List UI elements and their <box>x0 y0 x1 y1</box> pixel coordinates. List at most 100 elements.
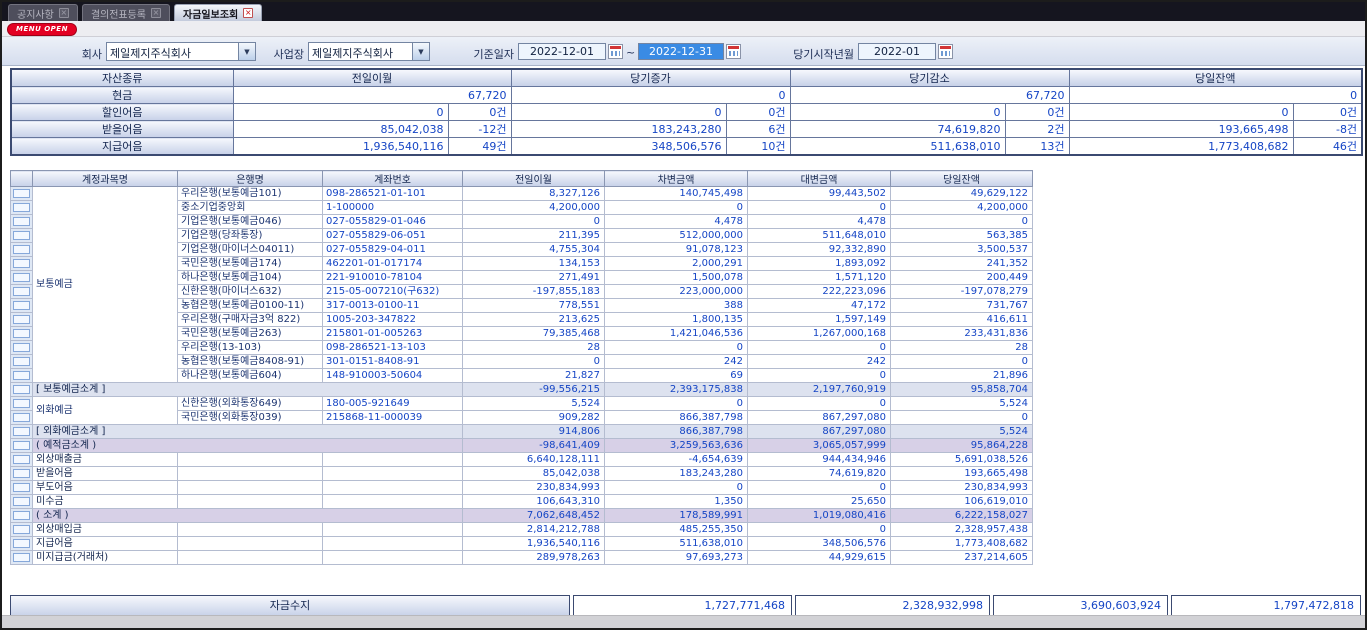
row-selector[interactable] <box>11 537 33 551</box>
debit-cell: 866,387,798 <box>605 411 748 425</box>
debit-cell: 91,078,123 <box>605 243 748 257</box>
credit-cell: 44,929,615 <box>748 551 891 565</box>
chevron-down-icon[interactable]: ▼ <box>412 43 429 60</box>
bank-name: 농협은행(보통예금8408-91) <box>178 355 323 369</box>
count-cell: 49건 <box>448 138 511 156</box>
account-label: 받을어음 <box>33 467 178 481</box>
row-selector[interactable] <box>11 481 33 495</box>
row-selector[interactable] <box>11 397 33 411</box>
daily-balance-cell: 241,352 <box>891 257 1033 271</box>
tab-slip-registration[interactable]: 결의전표등록 × <box>82 4 170 21</box>
row-selector[interactable] <box>11 509 33 523</box>
tab-label: 결의전표등록 <box>91 6 146 21</box>
subtotal-label: ( 예적금소계 ) <box>33 439 463 453</box>
debit-cell: 4,478 <box>605 215 748 229</box>
row-selector-box <box>13 441 30 450</box>
row-selector[interactable] <box>11 551 33 565</box>
credit-cell: 2,197,760,919 <box>748 383 891 397</box>
period-start-input[interactable]: 2022-01 <box>858 43 936 60</box>
row-selector[interactable] <box>11 341 33 355</box>
row-selector-box <box>13 343 30 352</box>
base-date-to-input[interactable]: 2022-12-31 <box>638 43 724 60</box>
bank-name: 하나은행(보통예금604) <box>178 369 323 383</box>
col-prev-carryover: 전일이월 <box>233 69 511 87</box>
menu-open-button[interactable]: MENU OPEN <box>7 23 77 36</box>
chevron-down-icon[interactable]: ▼ <box>238 43 255 60</box>
credit-cell: 0 <box>748 201 891 215</box>
debit-cell: 866,387,798 <box>605 425 748 439</box>
credit-cell: 867,297,080 <box>748 425 891 439</box>
col-bank-name: 은행명 <box>178 171 323 187</box>
detail-header-row: 계정과목명 은행명 계좌번호 전일이월 차변금액 대변금액 당일잔액 <box>11 171 1033 187</box>
base-date-from-input[interactable]: 2022-12-01 <box>518 43 606 60</box>
row-selector[interactable] <box>11 187 33 201</box>
bizsite-select[interactable]: 제일제지주식회사 ▼ <box>308 42 430 61</box>
credit-cell: 0 <box>748 481 891 495</box>
close-icon[interactable]: × <box>59 8 69 18</box>
company-select[interactable]: 제일제지주식회사 ▼ <box>106 42 256 61</box>
calendar-icon[interactable] <box>726 44 741 59</box>
credit-cell: 0 <box>748 369 891 383</box>
row-selector[interactable] <box>11 271 33 285</box>
calendar-icon-grid <box>729 51 738 56</box>
prev-balance-cell: 914,806 <box>463 425 605 439</box>
close-icon[interactable]: × <box>151 8 161 18</box>
row-selector[interactable] <box>11 313 33 327</box>
row-selector[interactable] <box>11 299 33 313</box>
daily-balance-cell: 5,691,038,526 <box>891 453 1033 467</box>
account-number <box>323 467 463 481</box>
row-selector[interactable] <box>11 425 33 439</box>
col-account-name: 계정과목명 <box>33 171 178 187</box>
debit-cell: 511,638,010 <box>605 537 748 551</box>
tab-notice[interactable]: 공지사항 × <box>8 4 78 21</box>
bank-name: 우리은행(13-103) <box>178 341 323 355</box>
credit-cell: 0 <box>748 523 891 537</box>
account-number: 098-286521-01-101 <box>323 187 463 201</box>
debit-cell: 223,000,000 <box>605 285 748 299</box>
row-selector[interactable] <box>11 201 33 215</box>
credit-cell: 1,019,080,416 <box>748 509 891 523</box>
bank-name: 우리은행(구매자금3억 822) <box>178 313 323 327</box>
row-selector[interactable] <box>11 243 33 257</box>
account-number: 215-05-007210(구632) <box>323 285 463 299</box>
row-selector[interactable] <box>11 453 33 467</box>
bank-name <box>178 467 323 481</box>
daily-balance-cell: 6,222,158,027 <box>891 509 1033 523</box>
prev-balance-cell: 0 <box>463 215 605 229</box>
row-selector[interactable] <box>11 327 33 341</box>
subtotal-label: [ 보통예금소계 ] <box>33 383 463 397</box>
row-selector[interactable] <box>11 369 33 383</box>
row-selector[interactable] <box>11 495 33 509</box>
calendar-icon[interactable] <box>938 44 953 59</box>
row-selector[interactable] <box>11 383 33 397</box>
row-selector[interactable] <box>11 411 33 425</box>
company-label: 회사 <box>60 46 102 62</box>
row-selector[interactable] <box>11 285 33 299</box>
prev-balance-cell: 289,978,263 <box>463 551 605 565</box>
col-asset-type: 자산종류 <box>11 69 233 87</box>
account-group-label: 외화예금 <box>33 397 178 425</box>
account-group-label: 보통예금 <box>33 187 178 383</box>
daily-balance-cell: 233,431,836 <box>891 327 1033 341</box>
credit-cell: 1,597,149 <box>748 313 891 327</box>
calendar-icon[interactable] <box>608 44 623 59</box>
daily-balance-cell: 200,449 <box>891 271 1033 285</box>
row-selector[interactable] <box>11 467 33 481</box>
row-selector[interactable] <box>11 215 33 229</box>
close-icon[interactable]: × <box>243 8 253 18</box>
account-label: 지급어음 <box>33 537 178 551</box>
tab-fund-daily-report[interactable]: 자금일보조회 × <box>174 4 262 21</box>
row-selector[interactable] <box>11 229 33 243</box>
row-selector[interactable] <box>11 257 33 271</box>
debit-cell: 1,350 <box>605 495 748 509</box>
bank-name: 기업은행(당좌통장) <box>178 229 323 243</box>
row-selector[interactable] <box>11 439 33 453</box>
prev-balance-cell: 213,625 <box>463 313 605 327</box>
bank-name <box>178 551 323 565</box>
row-selector[interactable] <box>11 523 33 537</box>
row-selector[interactable] <box>11 355 33 369</box>
row-selector-box <box>13 553 30 562</box>
account-number: 215868-11-000039 <box>323 411 463 425</box>
col-period-decrease: 당기감소 <box>790 69 1069 87</box>
col-daily-balance: 당일잔액 <box>891 171 1033 187</box>
